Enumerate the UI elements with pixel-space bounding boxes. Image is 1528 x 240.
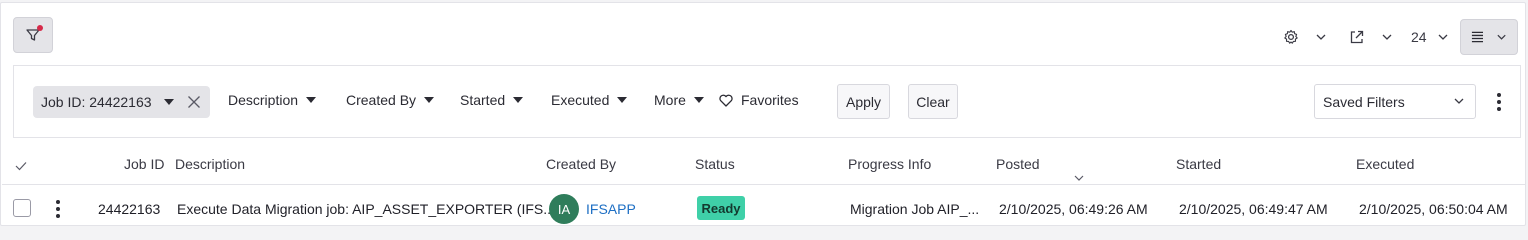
caret-down-icon: [617, 97, 628, 103]
column-header-created-by[interactable]: Created By: [546, 156, 616, 172]
filter-executed[interactable]: Executed: [551, 92, 628, 108]
job-list-panel: 24 Job ID: 24422163 Description Created …: [0, 2, 1526, 226]
active-filter-indicator: [37, 25, 43, 31]
job-id-filter-chip[interactable]: Job ID: 24422163: [33, 86, 210, 118]
filter-created-by[interactable]: Created By: [346, 92, 435, 108]
chevron-down-icon: [1316, 34, 1326, 40]
filter-bar: Job ID: 24422163 Description Created By …: [13, 65, 1521, 138]
column-header-job-id[interactable]: Job ID: [124, 156, 164, 172]
saved-filters-select[interactable]: Saved Filters: [1314, 84, 1476, 119]
cell-job-id: 24422163: [98, 201, 161, 217]
settings-menu-button[interactable]: [1283, 19, 1327, 55]
page-size-selector[interactable]: 24: [1411, 19, 1449, 55]
avatar: IA: [549, 194, 579, 224]
caret-down-icon: [424, 97, 435, 103]
filter-started-label: Started: [460, 92, 506, 108]
view-mode-button[interactable]: [1460, 19, 1518, 55]
gear-icon: [1284, 29, 1298, 44]
page-size-value: 24: [1411, 29, 1427, 45]
cell-started: 2/10/2025, 06:49:47 AM: [1179, 201, 1328, 217]
select-all-checkmark-icon[interactable]: [15, 161, 27, 171]
column-header-posted[interactable]: Posted: [996, 156, 1040, 172]
cell-posted: 2/10/2025, 06:49:26 AM: [999, 201, 1148, 217]
chevron-down-icon: [1497, 34, 1506, 40]
filter-executed-label: Executed: [551, 92, 610, 108]
export-menu-button[interactable]: [1349, 19, 1393, 55]
caret-down-icon: [306, 97, 317, 103]
filter-created-by-label: Created By: [346, 92, 417, 108]
favorites-label: Favorites: [741, 92, 799, 108]
cell-description: Execute Data Migration job: AIP_ASSET_EX…: [177, 201, 555, 217]
job-id-filter-label: Job ID: 24422163: [41, 94, 152, 110]
column-header-status[interactable]: Status: [695, 156, 735, 172]
header-divider: [2, 184, 1526, 185]
row-actions-button[interactable]: [56, 200, 60, 218]
filter-description-label: Description: [228, 92, 299, 108]
chevron-down-icon: [1382, 34, 1392, 40]
caret-down-icon: [693, 97, 704, 103]
favorites-button[interactable]: Favorites: [719, 92, 799, 108]
filter-description[interactable]: Description: [228, 92, 317, 108]
filter-started[interactable]: Started: [460, 92, 524, 108]
export-icon: [1350, 30, 1364, 44]
chevron-down-icon: [1454, 98, 1464, 104]
caret-down-icon[interactable]: [163, 99, 174, 105]
sort-descending-icon[interactable]: [1074, 174, 1084, 182]
list-view-icon: [1471, 31, 1483, 43]
filter-more-label: More: [654, 92, 686, 108]
close-icon[interactable]: [187, 95, 201, 109]
caret-down-icon: [513, 97, 524, 103]
row-select-checkbox[interactable]: [13, 199, 31, 217]
more-dots-icon: [56, 200, 60, 204]
column-header-executed[interactable]: Executed: [1356, 156, 1414, 172]
cell-progress-info: Migration Job AIP_...: [850, 201, 980, 217]
apply-button[interactable]: Apply: [837, 84, 890, 119]
column-header-description[interactable]: Description: [175, 156, 245, 172]
heart-icon: [719, 94, 733, 107]
created-by-link[interactable]: IFSAPP: [586, 201, 636, 217]
column-header-started[interactable]: Started: [1176, 156, 1221, 172]
more-dots-icon: [1497, 93, 1501, 97]
status-badge: Ready: [697, 196, 745, 220]
filter-more[interactable]: More: [654, 92, 704, 108]
column-header-progress-info[interactable]: Progress Info: [848, 156, 931, 172]
filter-toggle-button[interactable]: [13, 17, 53, 53]
chevron-down-icon: [1438, 34, 1448, 40]
filter-more-options-button[interactable]: [1497, 93, 1501, 111]
clear-button[interactable]: Clear: [908, 84, 958, 119]
saved-filters-label: Saved Filters: [1323, 93, 1405, 110]
cell-executed: 2/10/2025, 06:50:04 AM: [1359, 201, 1508, 217]
